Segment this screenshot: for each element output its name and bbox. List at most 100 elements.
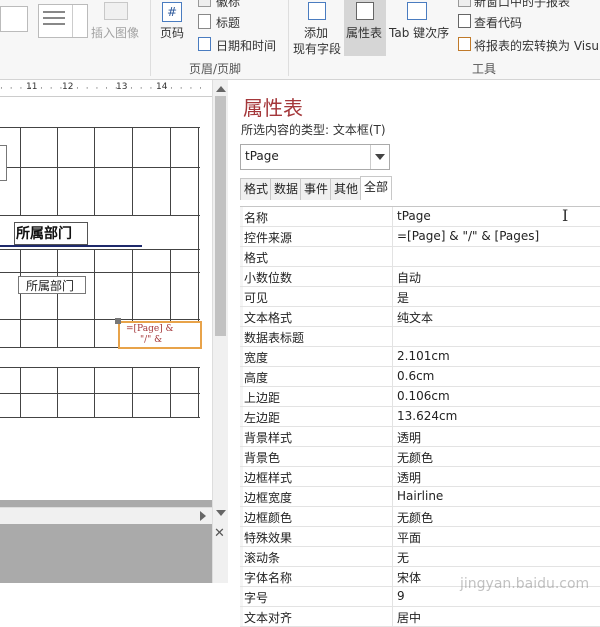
add-fields-label-1: 添加 xyxy=(304,26,329,40)
scroll-thumb[interactable] xyxy=(215,96,226,336)
row-marker xyxy=(240,207,243,226)
ribbon-gallery[interactable] xyxy=(38,4,88,38)
property-value[interactable]: 9 xyxy=(397,589,405,603)
property-grid: 名称 tPage 控件来源 =[Page] & "/" & [Pages] 格式 小数位数… xyxy=(240,206,600,627)
property-value[interactable]: 无颜色 xyxy=(397,509,433,526)
selection-handle[interactable] xyxy=(115,318,121,324)
property-value[interactable]: 0.6cm xyxy=(397,369,434,383)
tab-event[interactable]: 事件 xyxy=(300,178,332,200)
property-row[interactable]: 高度 0.6cm xyxy=(240,367,600,387)
property-value[interactable]: 是 xyxy=(397,289,409,306)
report-design-area: · · · · 11 · · · 12 · · · · · 13 · · · 1… xyxy=(0,80,228,600)
property-row[interactable]: 数据表标题 xyxy=(240,327,600,347)
column-separator xyxy=(392,247,393,266)
insert-image-button[interactable]: 插入图像 xyxy=(88,0,144,60)
property-value[interactable]: 自动 xyxy=(397,269,421,286)
property-row[interactable]: 边框样式 透明 xyxy=(240,467,600,487)
property-row[interactable]: 文本格式 纯文本 xyxy=(240,307,600,327)
report-control[interactable] xyxy=(0,145,7,181)
property-value[interactable]: 居中 xyxy=(397,609,421,626)
property-row[interactable]: 宽度 2.101cm xyxy=(240,347,600,367)
department-label-text: 所属部门 xyxy=(26,279,75,293)
property-row[interactable]: 滚动条 无 xyxy=(240,547,600,567)
ribbon-partial-control[interactable] xyxy=(0,6,28,32)
column-separator xyxy=(392,307,393,326)
row-marker xyxy=(240,267,243,286)
ruler-label-12: 12 xyxy=(62,82,74,92)
scroll-down-arrow-icon[interactable] xyxy=(216,510,226,516)
property-row[interactable]: 上边距 0.106cm xyxy=(240,387,600,407)
property-name: 字号 xyxy=(244,591,269,605)
report-canvas[interactable]: 所属部门 所属部门 =[Page] & "/" & xyxy=(0,97,212,497)
title-button[interactable]: 标题 xyxy=(196,13,266,30)
property-sheet-icon xyxy=(356,2,374,20)
column-separator xyxy=(392,507,393,526)
property-value[interactable]: =[Page] & "/" & [Pages] xyxy=(397,229,539,243)
property-sheet-label: 属性表 xyxy=(346,26,383,40)
property-value[interactable]: 13.624cm xyxy=(397,409,457,423)
horizontal-scrollbar[interactable] xyxy=(0,507,212,524)
tab-other[interactable]: 其他 xyxy=(330,178,362,200)
control-selector-dropdown[interactable]: tPage xyxy=(240,144,390,170)
property-row[interactable]: 左边距 13.624cm xyxy=(240,407,600,427)
property-row[interactable]: 名称 tPage xyxy=(240,207,600,227)
logo-label: 徽标 xyxy=(216,0,241,9)
grid-line xyxy=(94,367,95,417)
property-value[interactable]: tPage xyxy=(397,209,431,223)
row-marker xyxy=(240,547,243,566)
property-row[interactable]: 文本对齐 居中 xyxy=(240,607,600,627)
vertical-scrollbar[interactable] xyxy=(212,80,228,583)
property-name: 滚动条 xyxy=(244,551,281,565)
property-name: 文本对齐 xyxy=(244,611,293,625)
row-marker xyxy=(240,407,243,426)
page-number-button[interactable]: # 页码 xyxy=(154,0,190,60)
property-value[interactable]: 纯文本 xyxy=(397,309,433,326)
property-value[interactable]: 宋体 xyxy=(397,569,421,586)
tab-data[interactable]: 数据 xyxy=(270,178,302,200)
property-value[interactable]: 无颜色 xyxy=(397,449,433,466)
property-row[interactable]: 背景色 无颜色 xyxy=(240,447,600,467)
row-marker xyxy=(240,527,243,546)
view-code-button[interactable]: 查看代码 xyxy=(456,13,600,30)
convert-macros-button[interactable]: 将报表的宏转换为 Visu xyxy=(456,36,600,53)
scroll-up-arrow-icon[interactable] xyxy=(216,86,226,92)
property-value[interactable]: 透明 xyxy=(397,469,421,486)
column-separator xyxy=(392,427,393,446)
property-value[interactable]: 平面 xyxy=(397,529,421,546)
property-value[interactable]: 无 xyxy=(397,549,409,566)
tab-all[interactable]: 全部 xyxy=(360,176,392,200)
property-name: 小数位数 xyxy=(244,271,293,285)
row-marker xyxy=(240,507,243,526)
property-row[interactable]: 格式 xyxy=(240,247,600,267)
property-row[interactable]: 控件来源 =[Page] & "/" & [Pages] xyxy=(240,227,600,247)
textbox-line-2: "/" & xyxy=(140,335,163,345)
column-separator xyxy=(392,387,393,406)
property-name: 上边距 xyxy=(244,391,281,405)
property-value[interactable]: 2.101cm xyxy=(397,349,450,363)
ribbon-separator xyxy=(150,0,151,76)
tab-format[interactable]: 格式 xyxy=(240,178,272,200)
property-row[interactable]: 特殊效果 平面 xyxy=(240,527,600,547)
property-sheet-button[interactable]: 属性表 xyxy=(344,0,386,56)
property-value[interactable]: 0.106cm xyxy=(397,389,450,403)
grid-line xyxy=(170,127,171,215)
property-value[interactable]: Hairline xyxy=(397,489,443,503)
tab-order-button[interactable]: Tab 键次序 xyxy=(387,0,453,56)
fields-icon xyxy=(308,2,326,20)
subreport-window-button[interactable]: 新窗口中的子报表 xyxy=(456,0,600,9)
property-row[interactable]: 可见 是 xyxy=(240,287,600,307)
dropdown-button[interactable] xyxy=(370,145,389,169)
property-row[interactable]: 背景样式 透明 xyxy=(240,427,600,447)
close-pane-icon[interactable]: ✕ xyxy=(214,526,225,541)
logo-button[interactable]: 徽标 xyxy=(196,0,266,9)
add-existing-fields-button[interactable]: 添加 现有字段 xyxy=(290,0,344,58)
grid-line xyxy=(198,367,199,417)
property-row[interactable]: 小数位数 自动 xyxy=(240,267,600,287)
property-row[interactable]: 边框宽度 Hairline xyxy=(240,487,600,507)
property-name: 字体名称 xyxy=(244,571,293,585)
column-separator xyxy=(392,227,393,246)
property-row[interactable]: 边框颜色 无颜色 xyxy=(240,507,600,527)
date-time-button[interactable]: 日期和时间 xyxy=(196,36,280,53)
property-value[interactable]: 透明 xyxy=(397,429,421,446)
scroll-right-arrow-icon[interactable] xyxy=(200,511,206,521)
